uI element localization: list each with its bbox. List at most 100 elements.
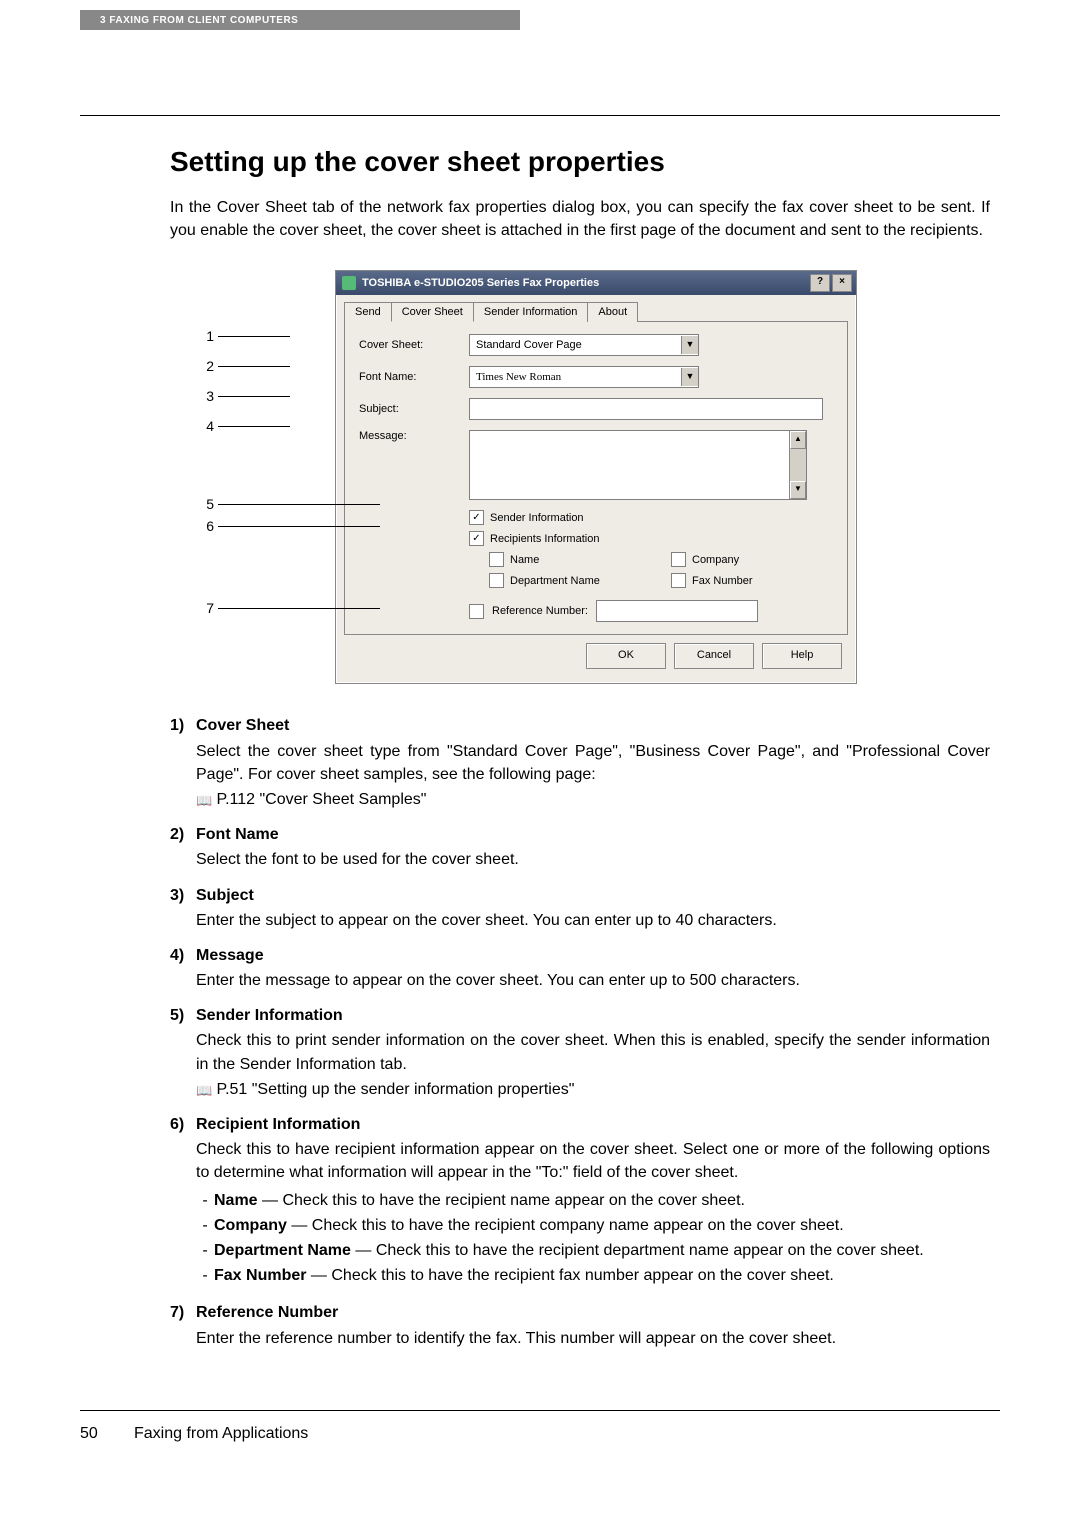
recipients-info-checkbox[interactable]: ✓ [469,531,484,546]
dialog-titlebar: TOSHIBA e-STUDIO205 Series Fax Propertie… [336,271,856,295]
dialog-figure: 1 2 3 4 5 6 7 TOSHIBA e-STUDIO205 Series… [270,270,890,684]
font-name-value: Times New Roman [470,371,681,383]
rule-bottom [80,1410,1000,1411]
callout-7: 7 [200,600,214,616]
bullet-dash: - [196,1214,214,1237]
desc-num-5: 5) [170,1004,196,1101]
desc-title-4: Message [196,947,264,964]
desc-num-3: 3) [170,884,196,932]
font-name-select[interactable]: Times New Roman ▼ [469,366,699,388]
close-button[interactable]: × [832,274,852,292]
sub-company-desc: — Check this to have the recipient compa… [287,1217,844,1234]
sub-fax-desc: — Check this to have the recipient fax n… [306,1267,833,1284]
cover-sheet-label: Cover Sheet: [359,339,459,351]
desc-text-4: Enter the message to appear on the cover… [196,969,990,992]
callout-2: 2 [200,358,214,374]
ok-button[interactable]: OK [586,643,666,669]
footer-section: Faxing from Applications [134,1425,308,1443]
sender-info-label: Sender Information [490,512,584,524]
desc-title-2: Font Name [196,826,279,843]
desc-text-1: Select the cover sheet type from "Standa… [196,740,990,786]
desc-num-2: 2) [170,823,196,871]
sub-dept-desc: — Check this to have the recipient depar… [351,1242,924,1259]
book-icon: 📖 [196,1082,212,1101]
sub-company-title: Company [214,1217,287,1234]
subject-input[interactable] [469,398,823,420]
bullet-dash: - [196,1264,214,1287]
fax-label: Fax Number [692,575,753,587]
bullet-dash: - [196,1239,214,1262]
help-button[interactable]: ? [810,274,830,292]
help-button[interactable]: Help [762,643,842,669]
scroll-down-icon[interactable]: ▼ [790,481,806,499]
scrollbar[interactable]: ▲ ▼ [789,431,806,499]
tab-sender-information[interactable]: Sender Information [473,302,589,322]
sub-fax-title: Fax Number [214,1267,306,1284]
desc-num-6: 6) [170,1113,196,1289]
cover-sheet-panel: Cover Sheet: Standard Cover Page ▼ Font … [344,321,848,635]
cancel-button[interactable]: Cancel [674,643,754,669]
tab-cover-sheet[interactable]: Cover Sheet [391,302,474,322]
page-number: 50 [80,1425,116,1443]
tab-send[interactable]: Send [344,302,392,322]
callout-1: 1 [200,328,214,344]
desc-text-6: Check this to have recipient information… [196,1138,990,1184]
app-icon [342,276,356,290]
chapter-header: 3 FAXING FROM CLIENT COMPUTERS [80,10,520,30]
desc-text-7: Enter the reference number to identify t… [196,1327,990,1350]
reference-number-checkbox[interactable] [469,604,484,619]
desc-ref-1: P.112 "Cover Sheet Samples" [216,791,426,808]
descriptions-list: 1) Cover Sheet Select the cover sheet ty… [170,714,990,1349]
desc-text-5: Check this to print sender information o… [196,1029,990,1075]
callout-4: 4 [200,418,214,434]
bullet-dash: - [196,1189,214,1212]
cover-sheet-select[interactable]: Standard Cover Page ▼ [469,334,699,356]
rule-top [80,115,1000,116]
chapter-label: 3 FAXING FROM CLIENT COMPUTERS [100,15,298,26]
callout-6: 6 [200,518,214,534]
dialog-tabs: Send Cover Sheet Sender Information Abou… [336,295,856,321]
subject-label: Subject: [359,403,459,415]
page-footer: 50 Faxing from Applications [80,1425,1000,1443]
desc-num-4: 4) [170,944,196,992]
page-title: Setting up the cover sheet properties [170,146,990,178]
name-label: Name [510,554,539,566]
desc-title-6: Recipient Information [196,1116,360,1133]
dept-label: Department Name [510,575,600,587]
cover-sheet-value: Standard Cover Page [470,339,681,351]
desc-title-7: Reference Number [196,1304,338,1321]
fax-properties-dialog: TOSHIBA e-STUDIO205 Series Fax Propertie… [335,270,857,684]
sub-name-desc: — Check this to have the recipient name … [258,1192,745,1209]
sub-name-title: Name [214,1192,258,1209]
desc-title-1: Cover Sheet [196,717,289,734]
tab-about[interactable]: About [587,302,638,322]
scroll-up-icon[interactable]: ▲ [790,431,806,449]
recipients-info-label: Recipients Information [490,533,599,545]
chevron-down-icon[interactable]: ▼ [681,368,698,386]
desc-title-3: Subject [196,887,254,904]
desc-num-7: 7) [170,1301,196,1349]
book-icon: 📖 [196,792,212,811]
sender-info-checkbox[interactable]: ✓ [469,510,484,525]
font-name-label: Font Name: [359,371,459,383]
dialog-title: TOSHIBA e-STUDIO205 Series Fax Propertie… [362,277,810,289]
fax-checkbox[interactable] [671,573,686,588]
company-checkbox[interactable] [671,552,686,567]
name-checkbox[interactable] [489,552,504,567]
message-textarea[interactable]: ▲ ▼ [469,430,807,500]
desc-ref-5: P.51 "Setting up the sender information … [216,1081,574,1098]
company-label: Company [692,554,739,566]
callout-5: 5 [200,496,214,512]
reference-number-label: Reference Number: [492,605,588,617]
message-label: Message: [359,430,459,442]
sub-dept-title: Department Name [214,1242,351,1259]
callout-3: 3 [200,388,214,404]
intro-paragraph: In the Cover Sheet tab of the network fa… [170,196,990,242]
chevron-down-icon[interactable]: ▼ [681,336,698,354]
desc-text-2: Select the font to be used for the cover… [196,848,990,871]
desc-text-3: Enter the subject to appear on the cover… [196,909,990,932]
reference-number-input[interactable] [596,600,758,622]
dept-checkbox[interactable] [489,573,504,588]
desc-title-5: Sender Information [196,1007,343,1024]
desc-num-1: 1) [170,714,196,811]
